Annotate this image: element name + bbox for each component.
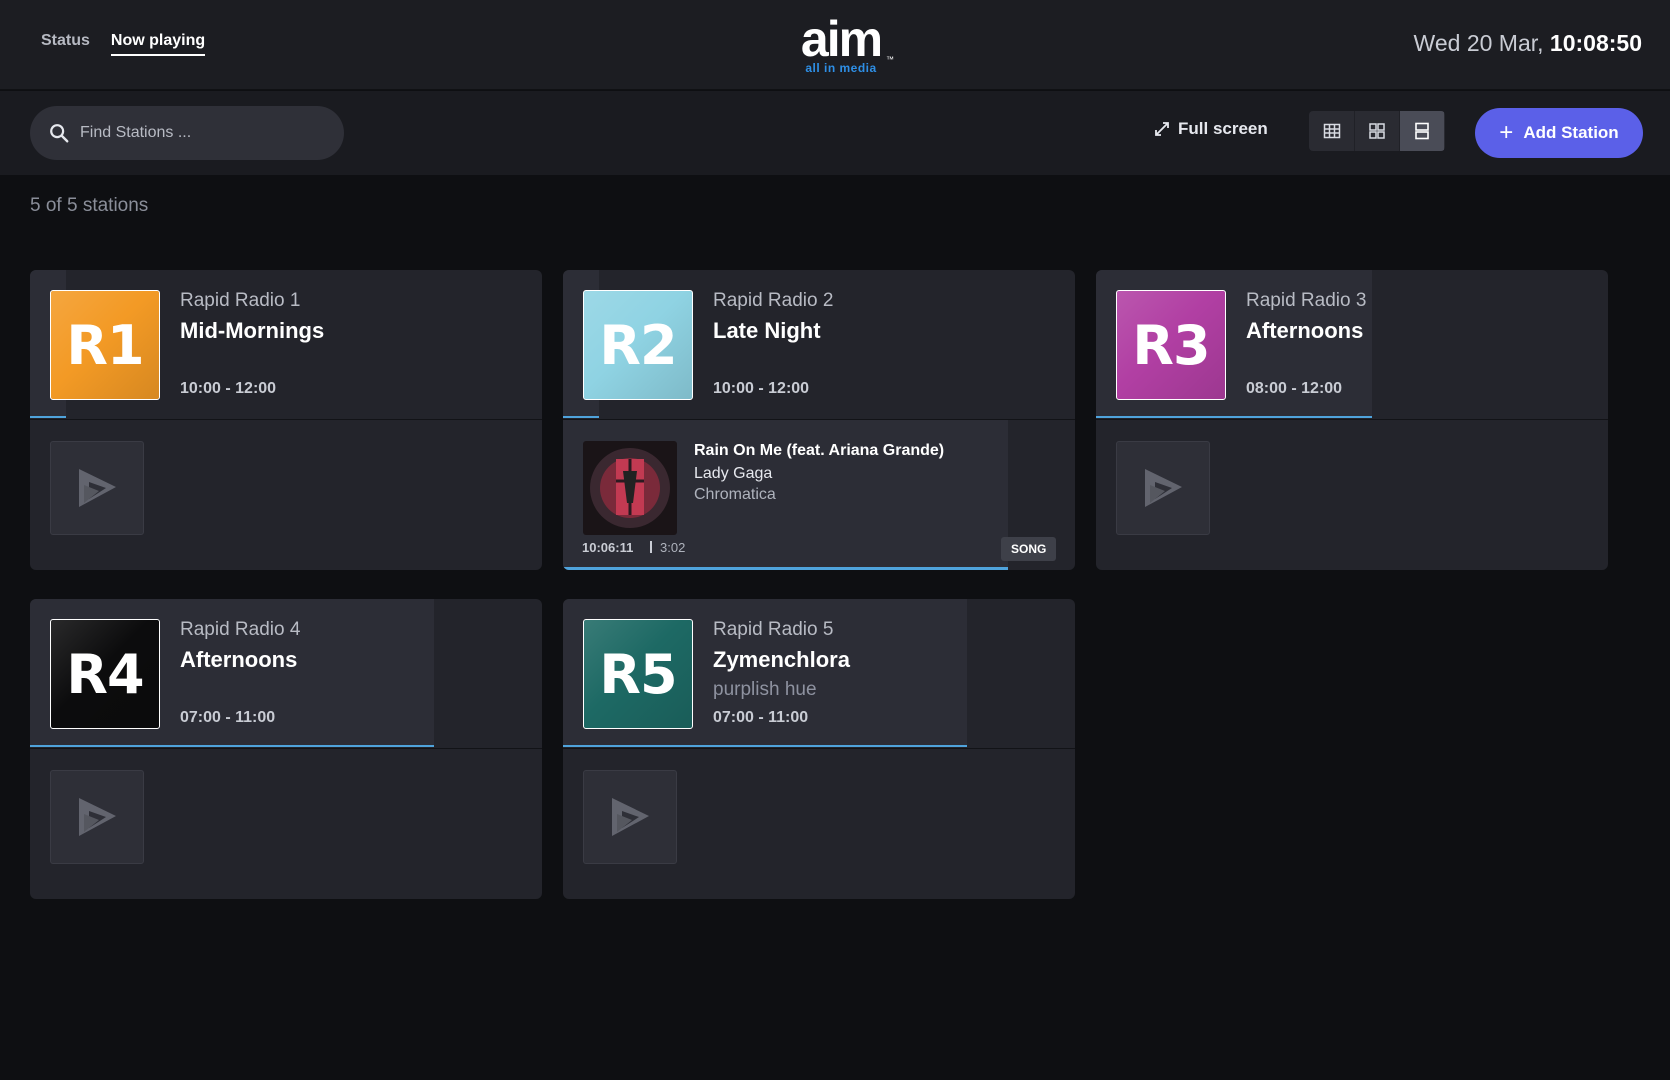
show-time: 07:00 - 11:00 <box>713 709 809 726</box>
station-name: Rapid Radio 4 <box>180 619 301 640</box>
station-logo-text: R5 <box>599 642 677 706</box>
album-art <box>583 441 677 535</box>
station-count: 5 of 5 stations <box>30 195 149 216</box>
show-title: Mid-Mornings <box>180 318 325 343</box>
play-logo-placeholder-icon <box>79 469 116 507</box>
station-logo: R5 <box>583 619 693 729</box>
station-card[interactable]: R1 Rapid Radio 1 Mid-Mornings 10:00 - 12:00 <box>30 270 542 570</box>
station-logo: R2 <box>583 290 693 400</box>
play-logo-placeholder-icon <box>79 798 116 836</box>
song-start-time: 10:06:11 <box>582 540 634 555</box>
grid-view-icon <box>1369 123 1385 139</box>
main-nav: Status Now playing <box>41 32 206 56</box>
show-time: 08:00 - 12:00 <box>1246 380 1343 397</box>
station-logo-text: R3 <box>1132 313 1210 377</box>
search-box[interactable] <box>30 106 344 160</box>
show-time: 10:00 - 12:00 <box>713 380 810 397</box>
station-name: Rapid Radio 2 <box>713 290 834 311</box>
station-name: Rapid Radio 1 <box>180 290 301 311</box>
station-name: Rapid Radio 3 <box>1246 290 1367 311</box>
card-divider <box>563 748 1075 749</box>
show-time: 07:00 - 11:00 <box>180 709 276 726</box>
station-card[interactable]: R2 Rapid Radio 2 Late Night 10:00 - 12:00 Ra… <box>563 270 1075 570</box>
search-input[interactable] <box>80 124 320 142</box>
station-logo-text: R2 <box>599 313 677 377</box>
clock: Wed 20 Mar, 10:08:50 <box>1414 30 1642 57</box>
station-name: Rapid Radio 5 <box>713 619 834 640</box>
show-title: Late Night <box>713 318 821 343</box>
song-title: Rain On Me (feat. Ariana Grande) <box>694 442 945 459</box>
no-content-placeholder <box>583 770 677 864</box>
song-album: Chromatica <box>694 486 776 503</box>
plus-icon: + <box>1499 119 1514 146</box>
logo-tagline: all in media <box>805 61 877 75</box>
show-title: Zymenchlora <box>713 647 850 672</box>
show-title: Afternoons <box>1246 318 1364 343</box>
card-divider <box>1096 419 1608 420</box>
table-view-icon <box>1323 123 1340 139</box>
station-logo-text: R4 <box>66 642 144 706</box>
song-artist: Lady Gaga <box>694 465 773 482</box>
view-list-button[interactable] <box>1399 111 1444 151</box>
clock-date: Wed 20 Mar, <box>1413 30 1544 56</box>
expand-icon <box>1155 122 1169 136</box>
station-logo: R3 <box>1116 290 1226 400</box>
toolbar: Full screen + Add Station <box>0 91 1670 175</box>
station-logo: R1 <box>50 290 160 400</box>
add-station-button[interactable]: + Add Station <box>1475 108 1643 158</box>
item-type-badge: SONG <box>1001 537 1057 561</box>
play-logo-placeholder-icon <box>1145 469 1182 507</box>
logo-word: aim <box>800 11 883 67</box>
song-duration: 3:02 <box>660 540 686 555</box>
no-content-placeholder <box>1116 441 1210 535</box>
station-logo: R4 <box>50 619 160 729</box>
card-divider <box>30 419 542 420</box>
show-subtitle: purplish hue <box>713 679 817 700</box>
time-separator <box>650 541 652 553</box>
show-time: 10:00 - 12:00 <box>180 380 277 397</box>
nav-status[interactable]: Status <box>41 32 90 56</box>
fullscreen-button[interactable]: Full screen <box>1154 119 1268 139</box>
view-mode-toggle <box>1309 111 1445 151</box>
no-content-placeholder <box>50 770 144 864</box>
aim-logo: aim ™ all in media <box>789 11 894 76</box>
fullscreen-label: Full screen <box>1178 119 1268 138</box>
station-card[interactable]: R4 Rapid Radio 4 Afternoons 07:00 - 11:00 <box>30 599 542 899</box>
card-divider <box>30 748 542 749</box>
station-card[interactable]: R5 Rapid Radio 5 Zymenchlora purplish hue 07… <box>563 599 1075 899</box>
top-bar: Status Now playing aim ™ all in media We… <box>0 0 1670 90</box>
station-logo-text: R1 <box>66 313 144 377</box>
search-icon <box>50 124 69 143</box>
station-card[interactable]: R3 Rapid Radio 3 Afternoons 08:00 - 12:00 <box>1096 270 1608 570</box>
nav-now-playing[interactable]: Now playing <box>110 32 206 56</box>
list-view-icon <box>1415 122 1429 140</box>
view-grid-button[interactable] <box>1354 111 1399 151</box>
show-title: Afternoons <box>180 647 298 672</box>
add-station-label: Add Station <box>1523 123 1619 142</box>
no-content-placeholder <box>50 441 144 535</box>
play-logo-placeholder-icon <box>612 798 649 836</box>
view-table-button[interactable] <box>1309 111 1354 151</box>
clock-time: 10:08:50 <box>1549 30 1642 56</box>
